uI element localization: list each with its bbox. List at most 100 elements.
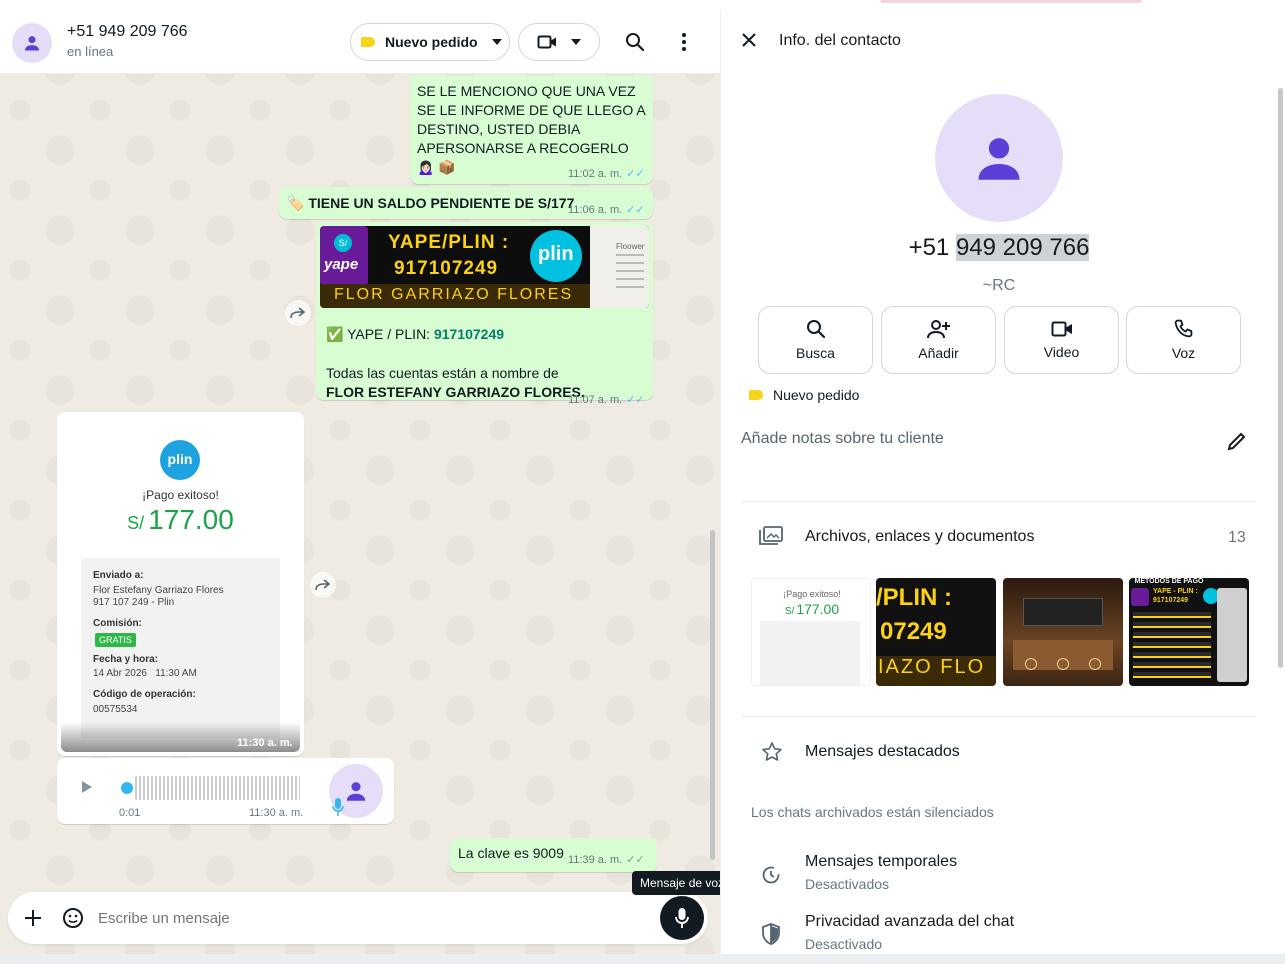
message-input[interactable]	[98, 906, 638, 930]
notes-field[interactable]: Añade notas sobre tu cliente	[741, 430, 944, 448]
chat-contact-name[interactable]: +51 949 209 766	[67, 23, 188, 41]
media-gallery-icon	[759, 526, 783, 551]
mic-icon	[332, 798, 344, 819]
message-composer	[8, 892, 708, 944]
voice-message-tooltip: Mensaje de voz	[632, 871, 720, 895]
add-person-icon	[926, 320, 950, 339]
message-text: FLOR ESTEFANY GARRIAZO FLORES.	[326, 384, 585, 400]
media-thumbnail[interactable]: ¡Pago exitoso! S/177.00	[751, 578, 871, 686]
contact-label[interactable]: Nuevo pedido	[749, 387, 859, 403]
plin-logo: plin	[160, 440, 200, 480]
more-vert-icon[interactable]	[672, 30, 696, 54]
yape-plin-banner-image[interactable]: S/ yape YAPE/PLIN : 917107249 plin FLOR …	[320, 226, 649, 308]
contact-info-panel: Info. del contacto +51 949 209 766 ~RC B…	[720, 10, 1285, 954]
double-check-icon: ✓✓	[626, 394, 645, 406]
banner-name: FLOR GARRIAZO FLORES	[334, 286, 574, 303]
voice-call-button[interactable]: Voz	[1126, 306, 1241, 374]
message-time: 11:02 a. m. ✓✓	[568, 168, 645, 180]
advanced-chat-privacy-status: Desactivado	[805, 936, 883, 952]
plin-logo: plin	[530, 230, 582, 282]
chevron-down-icon	[571, 39, 581, 45]
pencil-icon[interactable]	[1227, 431, 1247, 456]
contact-phone-selected: 949 209 766	[955, 234, 1090, 261]
action-label: Añadir	[918, 345, 959, 361]
message-bubble-outgoing[interactable]: La clave es 9009 11:39 a. m. ✓✓	[450, 838, 657, 872]
label-tag-icon	[361, 37, 375, 47]
message-text: Todas las cuentas están a nombre de	[326, 365, 559, 381]
chat-scrollbar[interactable]	[710, 530, 715, 860]
forward-icon[interactable]	[285, 300, 311, 326]
voice-waveform[interactable]	[135, 776, 300, 800]
message-text: SE LE MENCIONO QUE UNA VEZ SE LE INFORME…	[417, 83, 645, 175]
close-icon[interactable]	[741, 32, 757, 53]
message-text: La clave es 9009	[458, 845, 564, 861]
voice-duration: 0:01	[119, 807, 141, 819]
search-icon	[806, 320, 825, 339]
plus-icon[interactable]	[24, 909, 42, 932]
temporary-messages-status: Desactivados	[805, 876, 890, 892]
contact-avatar[interactable]	[12, 23, 52, 63]
message-bubble-outgoing-image[interactable]: S/ yape YAPE/PLIN : 917107249 plin FLOR …	[316, 222, 653, 406]
label-dropdown[interactable]: Nuevo pedido	[350, 23, 510, 61]
message-bubble-incoming-image[interactable]: plin ¡Pago exitoso! S/177.00 Enviado a: …	[57, 412, 304, 756]
contact-alias: ~RC	[982, 277, 1016, 294]
chat-panel: +51 949 209 766 en línea Nuevo pedido SE…	[0, 10, 720, 954]
receipt-amount: S/177.00	[127, 504, 234, 535]
video-call-button[interactable]: Video	[1004, 306, 1119, 374]
payment-line: ✅ YAPE / PLIN: 917107249	[326, 326, 505, 342]
video-call-dropdown[interactable]	[518, 23, 600, 61]
temporary-messages[interactable]: Mensajes temporales	[805, 853, 957, 871]
search-icon[interactable]	[623, 30, 647, 54]
mic-icon	[675, 908, 689, 928]
forward-icon[interactable]	[310, 572, 336, 598]
divider	[741, 501, 1256, 502]
archived-note: Los chats archivados están silenciados	[751, 804, 994, 820]
message-time: 11:06 a. m. ✓✓	[568, 204, 645, 216]
media-thumbnail[interactable]: /PLIN : 07249 IAZO FLO	[876, 578, 996, 686]
play-icon[interactable]	[81, 780, 93, 797]
browser-bottom-strip	[0, 954, 1285, 964]
banner-number: 917107249	[394, 258, 499, 279]
search-action-button[interactable]: Busca	[758, 306, 873, 374]
message-bubble-outgoing[interactable]: 🏷️ TIENE UN SALDO PENDIENTE DE S/177 11:…	[279, 187, 653, 219]
double-check-icon: ✓✓	[626, 854, 645, 866]
person-icon	[978, 138, 1020, 180]
sticker-icon[interactable]	[62, 907, 84, 934]
action-label: Busca	[796, 345, 835, 361]
receipt-success: ¡Pago exitoso!	[142, 488, 219, 502]
label-tag-icon	[749, 390, 763, 400]
media-links-docs[interactable]: Archivos, enlaces y documentos	[805, 528, 1034, 546]
message-time: 11:30 a. m.	[237, 737, 293, 749]
payment-number-link[interactable]: 917107249	[434, 326, 504, 342]
add-contact-button[interactable]: Añadir	[881, 306, 996, 374]
video-camera-icon	[537, 35, 556, 49]
chevron-down-icon	[491, 39, 502, 45]
shield-icon	[762, 923, 780, 950]
starred-messages[interactable]: Mensajes destacados	[805, 743, 960, 761]
browser-tab-edge	[880, 0, 1142, 3]
contact-phone: +51 949 209 766	[908, 234, 1090, 261]
contact-avatar-large[interactable]	[935, 94, 1063, 222]
media-thumbnail[interactable]	[1003, 578, 1123, 686]
banner-title: YAPE/PLIN :	[388, 232, 510, 253]
video-camera-icon	[1051, 321, 1072, 337]
banner-side-flyer: Floower	[590, 226, 649, 308]
contact-info-title: Info. del contacto	[779, 32, 901, 49]
message-bubble-outgoing[interactable]: SE LE MENCIONO QUE UNA VEZ SE LE INFORME…	[410, 76, 653, 184]
playback-position-dot[interactable]	[121, 782, 133, 794]
media-count: 13	[1228, 529, 1246, 546]
message-time: 11:07 a. m. ✓✓	[568, 394, 645, 406]
receipt-details: Enviado a: Flor Estefany Garriazo Flores…	[81, 558, 280, 738]
timer-icon	[761, 865, 781, 890]
voice-message-button[interactable]	[660, 896, 704, 940]
media-thumbnail[interactable]: METODOS DE PAGO YAPE - PLIN : 917107249	[1129, 578, 1249, 686]
action-label: Voz	[1171, 345, 1196, 361]
action-label: Video	[1043, 344, 1080, 360]
advanced-chat-privacy[interactable]: Privacidad avanzada del chat	[805, 913, 1014, 931]
browser-top-strip	[0, 0, 1285, 10]
voice-message-bubble[interactable]: 0:01 11:30 a. m.	[57, 758, 394, 824]
chat-header: +51 949 209 766 en línea Nuevo pedido	[0, 10, 720, 74]
info-panel-scrollbar[interactable]	[1278, 88, 1283, 668]
double-check-icon: ✓✓	[626, 204, 645, 216]
message-time: 11:30 a. m.	[249, 807, 304, 819]
